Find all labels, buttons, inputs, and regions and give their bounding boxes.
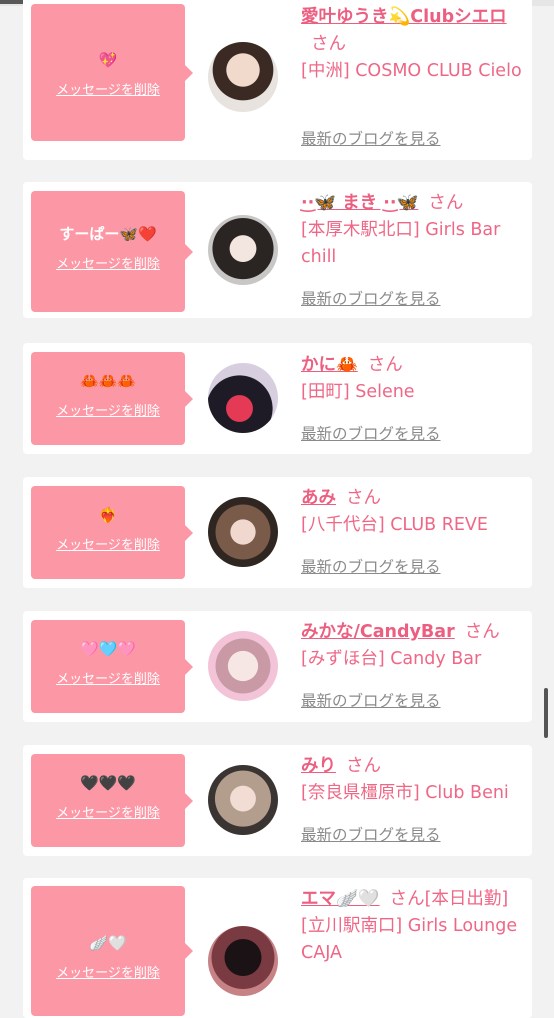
message-text: 🖤🖤🖤: [79, 774, 137, 792]
message-bubble: 💖 メッセージを削除: [31, 4, 193, 141]
shop-label: [奈良県橿原市] Club Beni: [301, 783, 509, 803]
cast-name-link[interactable]: 愛叶ゆうき💫Clubシエロ: [301, 7, 507, 27]
avatar[interactable]: [208, 765, 278, 835]
message-text: 🩷🩵🩷: [79, 640, 137, 658]
cast-name-link[interactable]: みり: [301, 756, 336, 776]
san-label: さん: [464, 622, 500, 642]
san-label: さん: [346, 756, 381, 776]
san-label: さん: [311, 34, 346, 54]
shop-label: [八千代台] CLUB REVE: [301, 515, 488, 535]
avatar[interactable]: [208, 363, 278, 433]
message-card: 🖤🖤🖤 メッセージを削除 みり さん [奈良県橿原市] Club Beni 最新の…: [23, 745, 532, 856]
shop-label: [本厚木駅北口] Girls Bar chill: [301, 220, 501, 267]
message-card: 🪽🤍 メッセージを削除 エマ🪽🤍 さん[本日出勤] [立川駅南口] Girls L…: [23, 878, 532, 1018]
san-label: さん: [346, 488, 381, 508]
avatar[interactable]: [208, 631, 278, 701]
scrollbar[interactable]: [544, 688, 548, 738]
avatar[interactable]: [208, 215, 278, 285]
shop-label: [みずほ台] Candy Bar: [301, 649, 482, 669]
cast-name-link[interactable]: みかな/CandyBar: [301, 622, 455, 642]
message-text: ❤️‍🔥: [98, 506, 118, 524]
latest-blog-link[interactable]: 最新のブログを見る: [301, 689, 441, 711]
message-text: すーぱー🦋❤️: [59, 225, 157, 243]
message-card: 💖 メッセージを削除 愛叶ゆうき💫Clubシエロさん [中洲] COSMO CL…: [23, 0, 532, 160]
message-bubble: 🖤🖤🖤 メッセージを削除: [31, 754, 193, 847]
latest-blog-link[interactable]: 最新のブログを見る: [301, 823, 441, 845]
avatar[interactable]: [208, 497, 278, 567]
cast-name-link[interactable]: あみ: [301, 488, 336, 508]
message-card: 🩷🩵🩷 メッセージを削除 みかな/CandyBar さん [みずほ台] Candy…: [23, 611, 532, 722]
message-card: 🦀🦀🦀 メッセージを削除 かに🦀 さん [田町] Selene 最新のブログを見る: [23, 343, 532, 454]
shop-label: [中洲] COSMO CLUB Cielo: [301, 61, 522, 81]
message-bubble: 🪽🤍 メッセージを削除: [31, 886, 193, 1016]
shop-label: [立川駅南口] Girls Lounge CAJA: [301, 916, 518, 963]
delete-message-link[interactable]: メッセージを削除: [56, 400, 160, 419]
message-bubble: 🩷🩵🩷 メッセージを削除: [31, 620, 193, 713]
message-text: 💖: [98, 51, 118, 69]
delete-message-link[interactable]: メッセージを削除: [56, 534, 160, 553]
delete-message-link[interactable]: メッセージを削除: [56, 962, 160, 981]
avatar[interactable]: [208, 42, 278, 112]
message-bubble: 🦀🦀🦀 メッセージを削除: [31, 352, 193, 445]
message-card: すーぱー🦋❤️ メッセージを削除 ·͜·🦋 まき ·͜·🦋 さん [本厚木駅北口]…: [23, 182, 532, 318]
message-bubble: ❤️‍🔥 メッセージを削除: [31, 486, 193, 579]
delete-message-link[interactable]: メッセージを削除: [56, 79, 160, 98]
latest-blog-link[interactable]: 最新のブログを見る: [301, 127, 441, 149]
san-label: さん: [389, 889, 425, 909]
cast-name-link[interactable]: ·͜·🦋 まき ·͜·🦋: [301, 193, 418, 213]
san-label: さん: [428, 193, 464, 213]
latest-blog-link[interactable]: 最新のブログを見る: [301, 422, 441, 444]
message-card: ❤️‍🔥 メッセージを削除 あみ さん [八千代台] CLUB REVE 最新のブ…: [23, 477, 532, 588]
message-text: 🦀🦀🦀: [79, 372, 137, 390]
attendance-label: [本日出勤]: [424, 889, 509, 909]
shop-label: [田町] Selene: [301, 382, 415, 402]
cast-name-link[interactable]: かに🦀: [301, 355, 358, 375]
san-label: さん: [367, 355, 403, 375]
delete-message-link[interactable]: メッセージを削除: [56, 802, 160, 821]
delete-message-link[interactable]: メッセージを削除: [56, 253, 160, 272]
message-text: 🪽🤍: [89, 934, 127, 952]
message-bubble: すーぱー🦋❤️ メッセージを削除: [31, 191, 193, 312]
avatar[interactable]: [208, 926, 278, 996]
latest-blog-link[interactable]: 最新のブログを見る: [301, 555, 441, 577]
latest-blog-link[interactable]: 最新のブログを見る: [301, 287, 441, 309]
cast-name-link[interactable]: エマ🪽🤍: [301, 889, 380, 909]
delete-message-link[interactable]: メッセージを削除: [56, 668, 160, 687]
